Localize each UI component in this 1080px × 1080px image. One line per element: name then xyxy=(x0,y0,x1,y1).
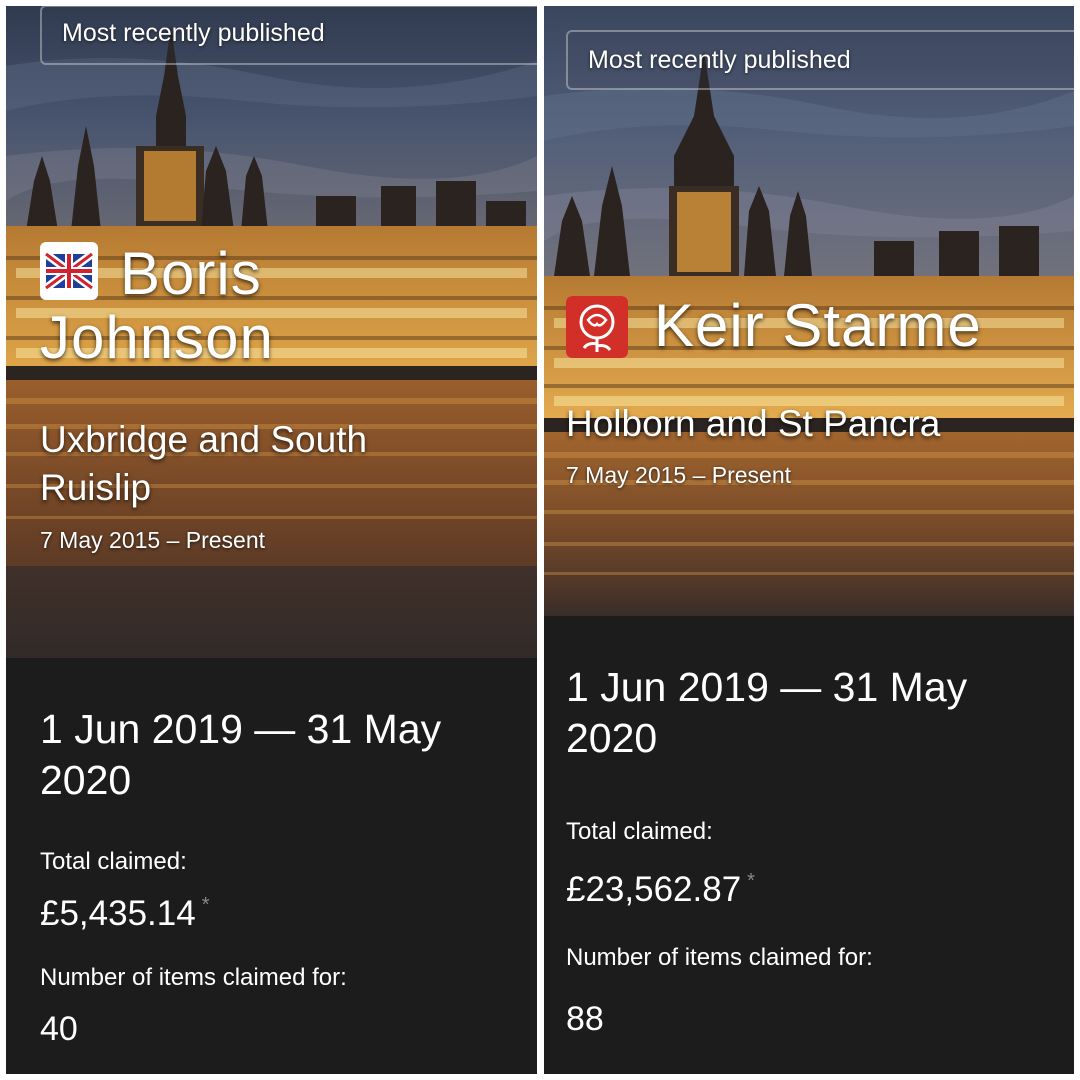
most-recently-published-chip[interactable]: Most recently published xyxy=(40,6,537,65)
constituency-line2: Ruislip xyxy=(40,467,152,508)
mp-name: Keir Starme xyxy=(654,292,982,359)
claim-period: 1 Jun 2019 — 31 May 2020 xyxy=(40,704,520,806)
hero-banner: Most recently published Keir Starme Holb… xyxy=(544,6,1074,616)
items-claimed-value: 40 xyxy=(40,1010,78,1048)
total-claimed-value: £23,562.87 * xyxy=(566,870,755,910)
union-jack-icon xyxy=(40,242,98,300)
claim-period-line1: 1 Jun 2019 — 31 May xyxy=(40,706,442,752)
tenure-dates: 7 May 2015 – Present xyxy=(566,462,792,488)
mp-card-left: Most recently published Boris Johnson Ux… xyxy=(6,6,537,1074)
total-claimed-label: Total claimed: xyxy=(566,818,713,845)
total-claimed-amount: £23,562.87 xyxy=(566,870,742,909)
claim-period-line1: 1 Jun 2019 — 31 May xyxy=(566,664,968,710)
constituency-line1: Holborn and St Pancra xyxy=(566,403,941,444)
total-claimed-amount: £5,435.14 xyxy=(40,894,196,933)
footnote-asterisk[interactable]: * xyxy=(202,894,210,916)
claim-period-line2: 2020 xyxy=(40,757,132,803)
tenure-dates: 7 May 2015 – Present xyxy=(40,527,266,553)
most-recently-published-chip[interactable]: Most recently published xyxy=(566,30,1074,90)
claim-period-line2: 2020 xyxy=(566,715,658,761)
total-claimed-label: Total claimed: xyxy=(40,848,187,875)
items-claimed-label: Number of items claimed for: xyxy=(566,944,873,971)
items-claimed-value: 88 xyxy=(566,1000,604,1038)
mp-name-first: Boris xyxy=(120,240,262,307)
hero-banner: Most recently published Boris Johnson Ux… xyxy=(6,6,537,658)
mp-name-last: Johnson xyxy=(40,304,274,371)
items-claimed-label: Number of items claimed for: xyxy=(40,964,347,991)
claim-period: 1 Jun 2019 — 31 May 2020 xyxy=(566,662,1046,764)
total-claimed-value: £5,435.14 * xyxy=(40,894,210,934)
constituency-line1: Uxbridge and South xyxy=(40,419,368,460)
mp-card-right: Most recently published Keir Starme Holb… xyxy=(544,6,1074,1074)
footnote-asterisk[interactable]: * xyxy=(747,870,755,892)
labour-rose-icon xyxy=(566,296,628,358)
